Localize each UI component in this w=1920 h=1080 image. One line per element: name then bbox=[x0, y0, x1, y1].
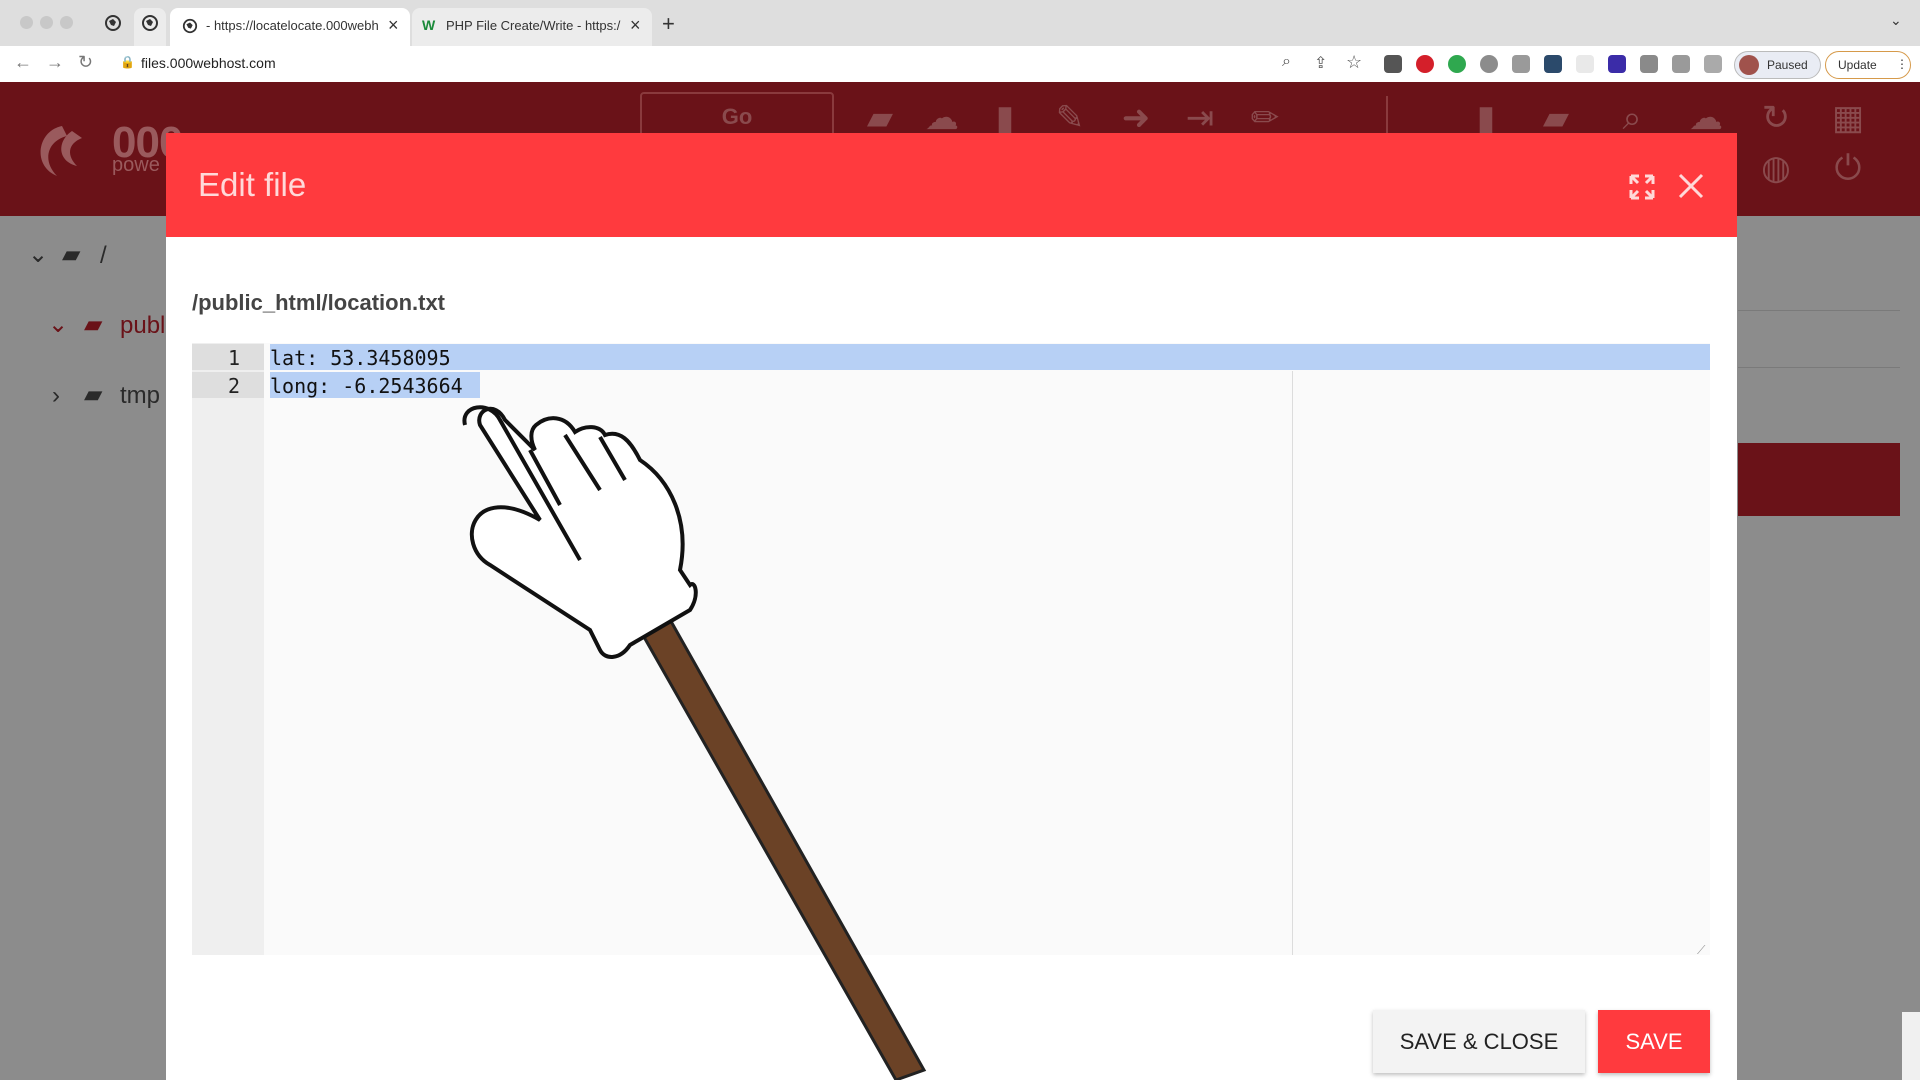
folder-open-icon: ▰ bbox=[84, 311, 103, 338]
toolbar-divider bbox=[1386, 96, 1388, 138]
row-divider bbox=[1738, 310, 1900, 311]
folder-icon: ▰ bbox=[84, 381, 103, 408]
zoom-icon[interactable]: ⌕ bbox=[1282, 53, 1291, 71]
profile-button[interactable]: Paused bbox=[1734, 51, 1821, 79]
menu-dots-icon: ⋮ bbox=[1896, 57, 1908, 71]
extension-camera-icon[interactable] bbox=[1640, 55, 1658, 73]
forward-arrow-icon[interactable]: → bbox=[46, 52, 64, 73]
expand-icon[interactable] bbox=[1628, 173, 1656, 201]
edit-square-icon[interactable]: ✎ bbox=[1050, 98, 1090, 138]
browser-toolbar: ← → ↻ 🔒 files.000webhost.com ⌕ ⇪ ☆ Pause… bbox=[0, 46, 1920, 83]
arrow-right-icon[interactable]: ➜ bbox=[1116, 98, 1156, 138]
address-bar[interactable]: files.000webhost.com bbox=[141, 55, 276, 71]
print-margin bbox=[1292, 371, 1293, 955]
tree-item-label[interactable]: publ bbox=[120, 312, 165, 340]
extension-cube-icon[interactable] bbox=[1608, 55, 1626, 73]
extension-search-icon[interactable] bbox=[1480, 55, 1498, 73]
tab-search-chevron-icon[interactable]: ⌄ bbox=[1890, 12, 1902, 29]
chevron-down-icon[interactable]: ⌄ bbox=[48, 310, 68, 339]
line-number: 2 bbox=[227, 374, 240, 398]
globe-icon bbox=[142, 15, 158, 31]
lock-icon: 🔒 bbox=[120, 55, 135, 69]
grid-icon[interactable]: ▦ bbox=[1828, 98, 1868, 138]
cloud-upload-icon[interactable]: ☁ bbox=[1686, 98, 1726, 138]
edit-file-modal: Edit file /public_html/location.txt 1 2 … bbox=[166, 133, 1737, 1080]
text-selection bbox=[270, 344, 1710, 370]
tab-close-icon[interactable]: × bbox=[388, 15, 399, 36]
new-tab-button[interactable]: + bbox=[662, 11, 675, 37]
move-file-icon[interactable]: ⇥ bbox=[1180, 98, 1220, 138]
resize-grip-icon[interactable]: ⟋ bbox=[1697, 943, 1705, 958]
cloud-download-icon[interactable]: ☁ bbox=[922, 98, 962, 138]
tab-close-icon[interactable]: × bbox=[630, 15, 641, 36]
extension-download-icon[interactable] bbox=[1384, 55, 1402, 73]
extension-folder-icon[interactable] bbox=[1544, 55, 1562, 73]
open-folder-icon[interactable]: ▰ bbox=[860, 98, 900, 138]
chevron-right-icon[interactable]: › bbox=[52, 382, 60, 410]
code-line[interactable]: long: -6.2543664 bbox=[270, 374, 463, 398]
pinned-tab[interactable] bbox=[134, 8, 166, 46]
globe-icon bbox=[182, 18, 198, 34]
tree-root-label[interactable]: / bbox=[100, 242, 107, 270]
extension-n-icon[interactable] bbox=[1576, 55, 1594, 73]
avatar bbox=[1739, 55, 1759, 75]
save-button[interactable]: SAVE bbox=[1598, 1010, 1710, 1073]
page-scrollbar[interactable] bbox=[1902, 1012, 1920, 1080]
bookmark-star-icon[interactable]: ☆ bbox=[1346, 52, 1362, 73]
new-file-icon[interactable]: ▮ bbox=[1466, 98, 1506, 138]
search-icon[interactable]: ⌕ bbox=[1612, 98, 1652, 138]
file-path: /public_html/location.txt bbox=[192, 290, 446, 315]
tab-title: - https://locatelocate.000webh bbox=[206, 18, 378, 33]
pencil-icon[interactable]: ✏ bbox=[1245, 98, 1285, 138]
window-zoom-dot[interactable] bbox=[60, 16, 73, 29]
side-panel-icon[interactable] bbox=[1704, 55, 1722, 73]
modal-title: Edit file bbox=[198, 166, 307, 203]
power-icon[interactable]: ⏻ bbox=[1828, 148, 1868, 188]
extension-opera-icon[interactable] bbox=[1416, 55, 1434, 73]
tab-php-file[interactable]: W PHP File Create/Write - https:/ × bbox=[412, 8, 652, 46]
window-close-dot[interactable] bbox=[20, 16, 33, 29]
logo-swirl-icon bbox=[40, 126, 82, 176]
file-icon[interactable]: ▮ bbox=[985, 98, 1025, 138]
back-arrow-icon[interactable]: ← bbox=[14, 52, 32, 73]
tab-title: PHP File Create/Write - https:/ bbox=[446, 18, 621, 33]
selected-row-highlight bbox=[1738, 443, 1900, 516]
globe-icon[interactable]: ◍ bbox=[1756, 148, 1796, 188]
modal-header: Edit file bbox=[166, 133, 1737, 237]
profile-status: Paused bbox=[1767, 58, 1808, 72]
browser-tab-bar: - https://locatelocate.000webh × W PHP F… bbox=[0, 0, 1920, 46]
line-number: 1 bbox=[227, 346, 240, 370]
code-line[interactable]: lat: 53.3458095 bbox=[270, 346, 451, 370]
refresh-icon[interactable]: ↻ bbox=[1756, 98, 1796, 138]
save-and-close-button[interactable]: SAVE & CLOSE bbox=[1373, 1010, 1585, 1073]
reload-icon[interactable]: ↻ bbox=[78, 52, 93, 73]
globe-icon[interactable] bbox=[104, 14, 122, 32]
update-button[interactable]: Update ⋮ bbox=[1825, 51, 1911, 79]
extension-m-icon[interactable] bbox=[1448, 55, 1466, 73]
close-icon[interactable] bbox=[1676, 171, 1706, 201]
row-divider bbox=[1738, 367, 1900, 368]
new-folder-icon[interactable]: ▰ bbox=[1536, 98, 1576, 138]
folder-open-icon: ▰ bbox=[62, 241, 81, 268]
window-minimize-dot[interactable] bbox=[40, 16, 53, 29]
code-editor[interactable]: 1 2 lat: 53.3458095 long: -6.2543664 ⟋ bbox=[192, 343, 1710, 958]
logo-subtitle: powe bbox=[112, 154, 160, 176]
tab-locatelocate[interactable]: - https://locatelocate.000webh × bbox=[170, 8, 410, 46]
tree-item-label[interactable]: tmp bbox=[120, 382, 160, 410]
extensions-puzzle-icon[interactable] bbox=[1672, 55, 1690, 73]
line-number-gutter bbox=[192, 343, 264, 955]
go-button[interactable]: Go bbox=[640, 92, 834, 138]
extension-owl-icon[interactable] bbox=[1512, 55, 1530, 73]
w3schools-icon: W bbox=[422, 17, 436, 33]
update-label: Update bbox=[1838, 58, 1877, 72]
chevron-down-icon[interactable]: ⌄ bbox=[28, 240, 48, 269]
share-icon[interactable]: ⇪ bbox=[1314, 53, 1327, 73]
